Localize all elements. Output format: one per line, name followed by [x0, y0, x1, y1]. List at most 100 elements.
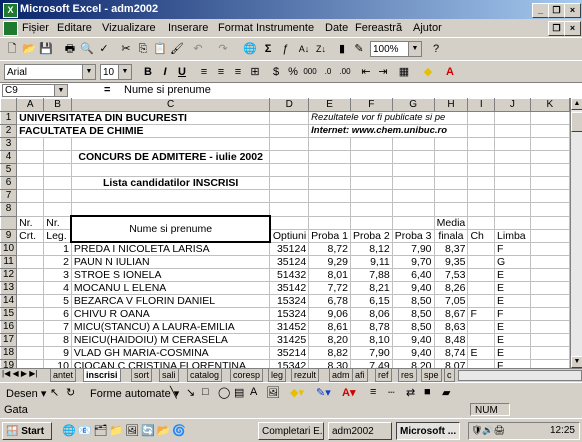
cell-proba2[interactable]: 7,49	[349, 359, 393, 368]
cell-nr-crt[interactable]	[16, 268, 45, 282]
free-rotate-icon[interactable]: ↻	[66, 386, 75, 399]
cell-proba3[interactable]: 8,50	[391, 307, 435, 321]
redo-icon[interactable]: ↷	[215, 41, 231, 57]
cell-contest-title[interactable]: CONCURS DE ADMITERE - iulie 2002	[70, 150, 271, 164]
cell-name[interactable]: STROE S IONELA	[70, 268, 271, 282]
row-header[interactable]: 19	[0, 359, 18, 368]
cell-name[interactable]: NEICU(HAIDOIU) M CERASELA	[70, 333, 271, 347]
cell-optiuni[interactable]: 35124	[269, 241, 310, 256]
maximize-button[interactable]: ❐	[548, 3, 565, 18]
tab-ref[interactable]: ref	[375, 369, 392, 382]
autosum-icon[interactable]: Σ	[260, 41, 276, 57]
cell-media[interactable]: 8,67	[433, 307, 469, 321]
row-header[interactable]: 4	[0, 150, 18, 164]
cell-ch[interactable]	[467, 281, 496, 295]
cell-media[interactable]: 8,74	[433, 346, 469, 360]
cell-optiuni[interactable]: 15324	[269, 307, 310, 321]
column-header[interactable]: G	[391, 98, 435, 112]
menu-window[interactable]: Fereastră	[355, 22, 402, 34]
cell-ch[interactable]	[467, 241, 496, 256]
cell-proba1[interactable]: 8,61	[308, 320, 351, 334]
decrease-indent-icon[interactable]: ⇤	[358, 64, 374, 80]
select-all-corner[interactable]	[0, 98, 18, 112]
cell-ch[interactable]	[467, 320, 496, 334]
hyperlink-icon[interactable]: 🌐	[242, 41, 258, 57]
cell-media[interactable]: 8,37	[433, 241, 469, 256]
sort-descending-icon[interactable]: Z↓	[313, 41, 329, 57]
task-completari[interactable]: Completari E...	[258, 422, 324, 440]
column-header[interactable]: F	[349, 98, 393, 112]
cell-nr-leg[interactable]: 9	[43, 346, 72, 360]
cell-limba[interactable]: F	[494, 307, 531, 321]
row-header[interactable]: 13	[0, 281, 18, 295]
row-header[interactable]: 6	[0, 176, 18, 190]
row-header[interactable]: 14	[0, 294, 18, 308]
menu-data[interactable]: Date	[325, 22, 348, 34]
line-icon[interactable]: ╲	[170, 386, 177, 399]
wordart-icon[interactable]: A	[250, 386, 257, 398]
cell-name[interactable]: BEZARCA V FLORIN DANIEL	[70, 294, 271, 308]
cell-ch[interactable]: F	[467, 307, 496, 321]
header-finala[interactable]: finala	[433, 228, 469, 243]
textbox-icon[interactable]: ▤	[234, 386, 244, 399]
cell-optiuni[interactable]: 35142	[269, 281, 310, 295]
cell-proba2[interactable]: 8,21	[349, 281, 393, 295]
cell-proba1[interactable]: 7,72	[308, 281, 351, 295]
spelling-icon[interactable]: ✓	[96, 41, 112, 57]
formula-content[interactable]: Nume si prenume	[124, 84, 211, 96]
cell-nr-leg[interactable]: 5	[43, 294, 72, 308]
cell-name[interactable]: CIOCAN C CRISTINA FLORENTINA	[70, 359, 271, 368]
tab-rezult[interactable]: rezult	[291, 369, 320, 382]
draw-menu-button[interactable]: Desen ▾	[6, 387, 46, 400]
tab-leg[interactable]: leg	[268, 369, 287, 382]
row-header[interactable]: 16	[0, 320, 18, 334]
cell-limba[interactable]: G	[494, 255, 531, 269]
cell-ch[interactable]	[467, 333, 496, 347]
doc-restore-button[interactable]: ❐	[548, 21, 565, 36]
function-icon[interactable]: ƒ	[277, 41, 293, 57]
header-media[interactable]: Media	[433, 215, 469, 230]
cell-nr-leg[interactable]: 3	[43, 268, 72, 282]
row-header[interactable]: 17	[0, 333, 18, 347]
cell-nr-crt[interactable]	[16, 359, 45, 368]
borders-icon[interactable]: ▦	[396, 64, 412, 80]
tab-sali[interactable]: sali	[159, 369, 179, 382]
tab-res[interactable]: res	[398, 369, 417, 382]
tab-coresp[interactable]: coresp	[230, 369, 264, 382]
cell-empty[interactable]	[529, 281, 570, 295]
cell-limba[interactable]: E	[494, 320, 531, 334]
increase-indent-icon[interactable]: ⇥	[375, 64, 391, 80]
cell-ch[interactable]	[467, 255, 496, 269]
row-header[interactable]: 10	[0, 241, 18, 256]
row-header[interactable]: 2	[0, 124, 18, 138]
cell-university[interactable]: UNIVERSITATEA DIN BUCURESTI	[16, 111, 271, 125]
cell-proba1[interactable]: 8,20	[308, 333, 351, 347]
tab-sort[interactable]: sort	[131, 369, 153, 382]
cell-nr-crt[interactable]	[16, 333, 45, 347]
cell-limba[interactable]: F	[494, 359, 531, 368]
drawing-icon[interactable]: ✎	[351, 41, 367, 57]
cell-limba[interactable]: E	[494, 268, 531, 282]
scroll-thumb[interactable]	[571, 112, 582, 132]
header-proba3[interactable]: Proba 3	[391, 228, 435, 243]
cell-proba1[interactable]: 9,29	[308, 255, 351, 269]
comma-style-icon[interactable]: 000	[302, 64, 318, 80]
row-header[interactable]: 8	[0, 202, 18, 217]
menu-edit[interactable]: Editare	[57, 22, 92, 34]
font-color-icon[interactable]: A▾	[342, 386, 355, 399]
chevron-down-icon[interactable]: ▼	[82, 65, 95, 79]
copy-icon[interactable]: ⎘	[135, 41, 151, 57]
tab-spe[interactable]: spe	[421, 369, 442, 382]
start-button[interactable]: 🪟 Start	[2, 422, 52, 440]
menu-view[interactable]: Vizualizare	[102, 22, 156, 34]
column-header[interactable]: E	[308, 98, 351, 112]
cell-empty[interactable]	[529, 255, 570, 269]
column-header[interactable]: I	[467, 98, 496, 112]
cell-proba3[interactable]: 7,90	[391, 241, 435, 256]
cell-proba2[interactable]: 7,88	[349, 268, 393, 282]
cell-proba2[interactable]: 8,12	[349, 241, 393, 256]
row-header[interactable]: 3	[0, 137, 18, 151]
cell-ch[interactable]	[467, 359, 496, 368]
currency-icon[interactable]: $	[268, 64, 284, 80]
column-header[interactable]: C	[70, 98, 271, 112]
